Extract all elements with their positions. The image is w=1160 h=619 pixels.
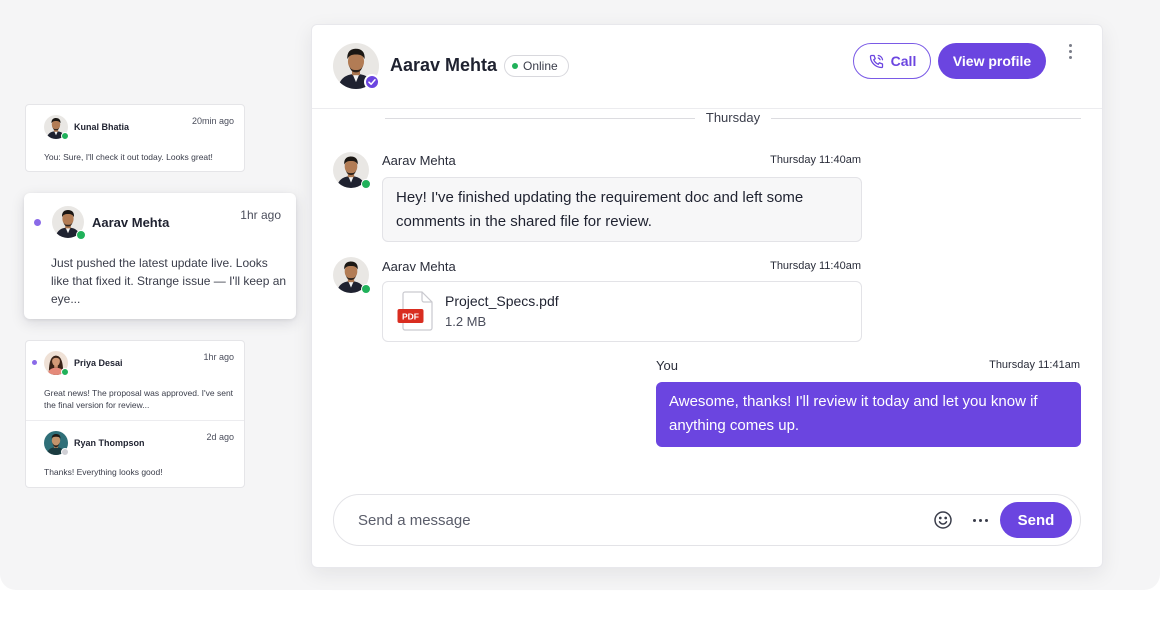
call-button[interactable]: Call <box>853 43 931 79</box>
send-button[interactable]: Send <box>1000 502 1072 538</box>
conversation-item-ryan[interactable]: Ryan Thompson 2d ago Thanks! Everything … <box>26 421 244 489</box>
conversation-item-kunal[interactable]: Kunal Bhatia 20min ago You: Sure, I'll c… <box>26 105 244 173</box>
message-input[interactable] <box>358 509 918 531</box>
unread-dot <box>34 219 41 226</box>
timestamp: 1hr ago <box>203 352 234 362</box>
conversation-item-priya[interactable]: Priya Desai 1hr ago Great news! The prop… <box>26 341 244 420</box>
verified-icon <box>364 74 380 90</box>
contact-name: Ryan Thompson <box>74 438 145 448</box>
message-bubble: Hey! I've finished updating the requirem… <box>382 177 862 242</box>
message-preview: Just pushed the latest update live. Look… <box>51 256 287 306</box>
message-bubble-outgoing: Awesome, thanks! I'll review it today an… <box>656 382 1081 447</box>
online-dot <box>512 63 518 69</box>
message-sender-self: You <box>656 358 678 373</box>
day-separator: Thursday <box>385 109 1081 129</box>
presence-indicator <box>76 230 86 240</box>
message-timestamp: Thursday 11:41am <box>989 359 1080 371</box>
file-attachment[interactable]: PDF Project_Specs.pdf 1.2 MB <box>382 281 862 342</box>
message-timestamp: Thursday 11:40am <box>770 260 861 272</box>
message-sender: Aarav Mehta <box>382 153 456 168</box>
more-horizontal-icon[interactable] <box>970 510 990 530</box>
message-sender: Aarav Mehta <box>382 259 456 274</box>
contact-name: Kunal Bhatia <box>74 122 130 132</box>
kebab-menu-icon[interactable] <box>1064 44 1076 62</box>
view-profile-button[interactable]: View profile <box>938 43 1046 79</box>
emoji-icon[interactable] <box>933 510 953 530</box>
file-name: Project_Specs.pdf <box>445 293 559 309</box>
presence-indicator <box>361 284 371 294</box>
message-preview: Thanks! Everything looks good! <box>44 467 163 477</box>
status-badge: Online <box>504 55 569 77</box>
conversation-card: Priya Desai 1hr ago Great news! The prop… <box>25 340 245 488</box>
timestamp: 2d ago <box>206 432 234 442</box>
timestamp: 20min ago <box>191 116 234 126</box>
chat-window: Aarav Mehta Online Call View profile Thu… <box>311 24 1103 568</box>
contact-name: Aarav Mehta <box>92 215 170 230</box>
conversation-card[interactable]: Kunal Bhatia 20min ago You: Sure, I'll c… <box>25 104 245 172</box>
presence-indicator <box>61 132 69 140</box>
status-label: Online <box>523 59 558 73</box>
presence-indicator <box>61 368 69 376</box>
unread-dot <box>32 360 37 365</box>
conversation-card-active[interactable]: Aarav Mehta 1hr ago Just pushed the late… <box>24 193 296 319</box>
message-timestamp: Thursday 11:40am <box>770 154 861 166</box>
call-button-label: Call <box>890 53 917 69</box>
presence-indicator <box>61 448 69 456</box>
contact-name-header: Aarav Mehta <box>390 55 498 75</box>
pdf-type-label: PDF <box>402 311 419 321</box>
timestamp: 1hr ago <box>240 208 281 222</box>
conversation-item-aarav[interactable]: Aarav Mehta 1hr ago Just pushed the late… <box>24 193 296 319</box>
contact-name: Priya Desai <box>74 358 123 368</box>
message-preview: You: Sure, I'll check it out today. Look… <box>44 152 213 162</box>
pdf-file-icon: PDF <box>397 291 433 331</box>
message-composer: Send <box>333 494 1081 546</box>
presence-indicator <box>361 179 371 189</box>
phone-icon <box>869 54 883 68</box>
chat-header: Aarav Mehta Online Call View profile <box>312 25 1102 109</box>
file-size: 1.2 MB <box>445 314 487 329</box>
message-preview: Great news! The proposal was approved. I… <box>44 388 234 410</box>
